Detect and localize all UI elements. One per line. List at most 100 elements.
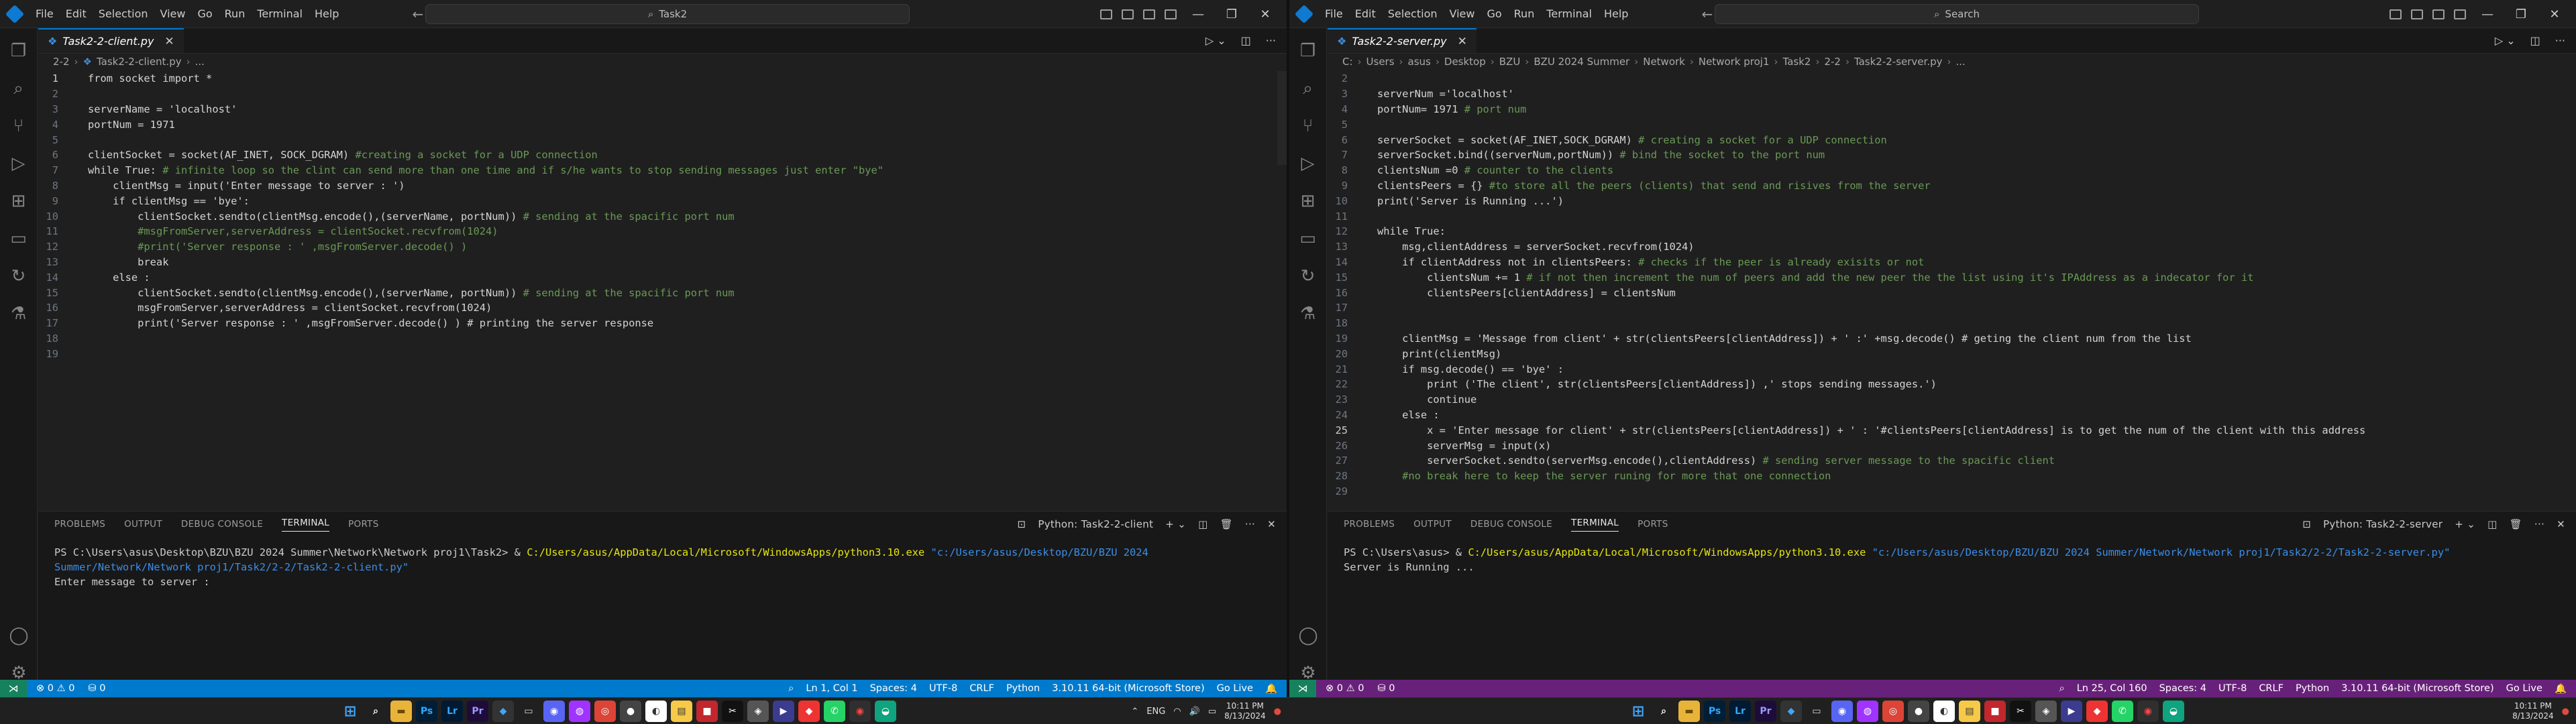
code-line[interactable]: 18 xyxy=(38,331,1276,347)
app-icon[interactable]: ◐ xyxy=(1933,701,1955,722)
command-center-search[interactable]: ⌕ Task2 xyxy=(425,4,910,24)
code-line[interactable]: 9 clientsPeers = {} #to store all the pee… xyxy=(1328,178,2565,194)
back-arrow-icon[interactable]: ← xyxy=(1701,6,1713,22)
testing-icon[interactable]: ⚗ xyxy=(0,295,38,333)
breadcrumb-item[interactable]: 2-2 xyxy=(53,56,70,68)
github-icon[interactable]: ● xyxy=(1908,701,1929,722)
maximize-button[interactable]: ❐ xyxy=(1220,7,1244,21)
accounts-icon[interactable]: ◯ xyxy=(0,617,38,654)
code-line[interactable]: 2 xyxy=(38,86,1276,102)
code-line[interactable]: 6 serverSocket = socket(AF_INET,SOCK_DGRA… xyxy=(1328,132,2565,147)
explorer-icon[interactable]: ❐ xyxy=(0,32,38,70)
more-actions-icon[interactable]: ··· xyxy=(2534,518,2544,530)
clock[interactable]: 10:11 PM 8/13/2024 xyxy=(1224,701,1266,721)
code-line[interactable]: 8 clientsNum =0 # counter to the clients xyxy=(1328,163,2565,178)
app-icon[interactable]: ■ xyxy=(1984,701,2006,722)
chrome-icon[interactable]: ◎ xyxy=(594,701,616,722)
run-python-file-icon[interactable]: ▷ ⌄ xyxy=(2495,34,2516,47)
app-icon[interactable]: ◈ xyxy=(747,701,769,722)
code-line[interactable]: 23 continue xyxy=(1328,392,2565,408)
run-python-file-icon[interactable]: ▷ ⌄ xyxy=(1205,34,1226,47)
search-view-icon[interactable]: ⌕ xyxy=(1289,70,1327,107)
encoding[interactable]: UTF-8 xyxy=(929,683,957,694)
kill-terminal-icon[interactable]: 🗑 xyxy=(1220,518,1233,530)
app-icon[interactable]: ▭ xyxy=(518,701,539,722)
app-icon[interactable]: ◉ xyxy=(2137,701,2159,722)
zoom-icon[interactable]: ⌕ xyxy=(2059,683,2065,694)
app-icon[interactable]: ■ xyxy=(696,701,718,722)
code-line[interactable]: 7 serverSocket.bind((serverNum,portNum)) … xyxy=(1328,147,2565,163)
breadcrumb-item[interactable]: Network proj1 xyxy=(1699,56,1770,68)
tab-problems[interactable]: PROBLEMS xyxy=(54,519,105,530)
menu-go[interactable]: Go xyxy=(1481,7,1507,20)
kill-terminal-icon[interactable]: 🗑 xyxy=(2510,518,2522,530)
code-line[interactable]: 11 xyxy=(1328,208,2565,224)
tab-output[interactable]: OUTPUT xyxy=(124,519,162,530)
code-line[interactable]: 18 xyxy=(1328,316,2565,331)
breadcrumb-item[interactable]: BZU 2024 Summer xyxy=(1534,56,1629,68)
editor-scrollbar[interactable] xyxy=(1277,71,1287,165)
remote-icon[interactable]: ⋊ xyxy=(0,680,27,697)
breadcrumb-item[interactable]: asus xyxy=(1408,56,1431,68)
ports-status[interactable]: ⛁ 0 xyxy=(1377,683,1395,694)
app-icon[interactable]: ▶ xyxy=(773,701,794,722)
terminal-output[interactable]: PS C:\Users\asus\Desktop\BZU\BZU 2024 Su… xyxy=(38,537,1287,597)
code-line[interactable]: 4 portNum = 1971 xyxy=(38,117,1276,132)
live-share-icon[interactable]: ↻ xyxy=(1289,257,1327,295)
python-interpreter[interactable]: 3.10.11 64-bit (Microsoft Store) xyxy=(1052,683,1204,694)
code-line[interactable]: 17 print('Server response : ' ,msgFromSe… xyxy=(38,316,1276,331)
whatsapp-icon[interactable]: ✆ xyxy=(824,701,845,722)
tray-overflow-icon[interactable]: ⌃ xyxy=(1131,707,1138,717)
tab-ports[interactable]: PORTS xyxy=(348,519,378,530)
code-line[interactable]: 19 xyxy=(38,346,1276,361)
premiere-icon[interactable]: Pr xyxy=(1755,701,1776,722)
breadcrumb-item[interactable]: Network xyxy=(1643,56,1685,68)
code-line[interactable]: 13 break xyxy=(38,255,1276,270)
language-mode[interactable]: Python xyxy=(1006,683,1040,694)
wifi-icon[interactable]: ◠ xyxy=(1173,707,1181,717)
cursor-position[interactable]: Ln 25, Col 160 xyxy=(2077,683,2147,694)
code-line[interactable]: 6 clientSocket = socket(AF_INET, SOCK_DGR… xyxy=(38,147,1276,163)
toggle-secondary-sidebar-icon[interactable] xyxy=(2432,9,2445,19)
code-line[interactable]: 26 serverMsg = input(x) xyxy=(1328,438,2565,453)
remote-explorer-icon[interactable]: ▭ xyxy=(1289,220,1327,257)
breadcrumb-item[interactable]: Task2-2-server.py xyxy=(1854,56,1943,68)
notes-icon[interactable]: ▤ xyxy=(1959,701,1980,722)
app-icon[interactable]: ◆ xyxy=(798,701,820,722)
notifications-icon[interactable]: 🔔 xyxy=(1265,683,1277,695)
extensions-icon[interactable]: ⊞ xyxy=(1289,182,1327,220)
indentation[interactable]: Spaces: 4 xyxy=(870,683,917,694)
vscode-taskbar-icon[interactable]: ◆ xyxy=(492,701,514,722)
code-editor[interactable]: 2 3 serverNum ='localhost' 4 portNum= 1971 #… xyxy=(1328,71,2565,511)
code-line[interactable]: 10 clientSocket.sendto(clientMsg.encode(… xyxy=(38,208,1276,224)
tab-debug-console[interactable]: DEBUG CONSOLE xyxy=(1470,519,1552,530)
code-editor[interactable]: 1 from socket import * 2 3 serverName = 'loc… xyxy=(38,71,1276,511)
code-line[interactable]: 19 clientMsg = 'Message from client' + s… xyxy=(1328,331,2565,347)
messenger-icon[interactable]: ◍ xyxy=(1857,701,1878,722)
code-line[interactable]: 28 #no break here to keep the server run… xyxy=(1328,469,2565,484)
breadcrumb-item[interactable]: Task2 xyxy=(1783,56,1811,68)
new-terminal-icon[interactable]: + ⌄ xyxy=(2455,518,2475,530)
vscode-taskbar-icon[interactable]: ◆ xyxy=(1780,701,1802,722)
capcut-icon[interactable]: ✂ xyxy=(2010,701,2031,722)
terminal-name[interactable]: Python: Task2-2-server xyxy=(2323,518,2443,530)
tab-debug-console[interactable]: DEBUG CONSOLE xyxy=(181,519,263,530)
code-line[interactable]: 2 xyxy=(1328,71,2565,86)
language-mode[interactable]: Python xyxy=(2296,683,2329,694)
source-control-icon[interactable]: ⑂ xyxy=(1289,107,1327,145)
lightroom-icon[interactable]: Lr xyxy=(1729,701,1751,722)
code-line[interactable]: 16 msgFromServer,serverAddress = clientS… xyxy=(38,300,1276,316)
close-tab-icon[interactable]: ✕ xyxy=(1458,35,1467,48)
input-language[interactable]: ENG xyxy=(1146,707,1165,717)
battery-icon[interactable]: ▭ xyxy=(1208,707,1216,717)
code-line[interactable]: 15 clientSocket.sendto(clientMsg.encode(… xyxy=(38,285,1276,300)
code-line[interactable]: 20 print(clientMsg) xyxy=(1328,346,2565,361)
code-line[interactable]: 15 clientsNum += 1 # if not then increme… xyxy=(1328,269,2565,285)
minimize-button[interactable]: — xyxy=(2475,7,2500,21)
breadcrumb-item[interactable]: Desktop xyxy=(1444,56,1486,68)
code-line[interactable]: 12 #print('Server response : ' ,msgFromS… xyxy=(38,239,1276,255)
code-line[interactable]: 4 portNum= 1971 # port num xyxy=(1328,102,2565,117)
close-tab-icon[interactable]: ✕ xyxy=(164,35,174,48)
notes-icon[interactable]: ▤ xyxy=(671,701,692,722)
go-live-button[interactable]: Go Live xyxy=(1217,683,1253,694)
